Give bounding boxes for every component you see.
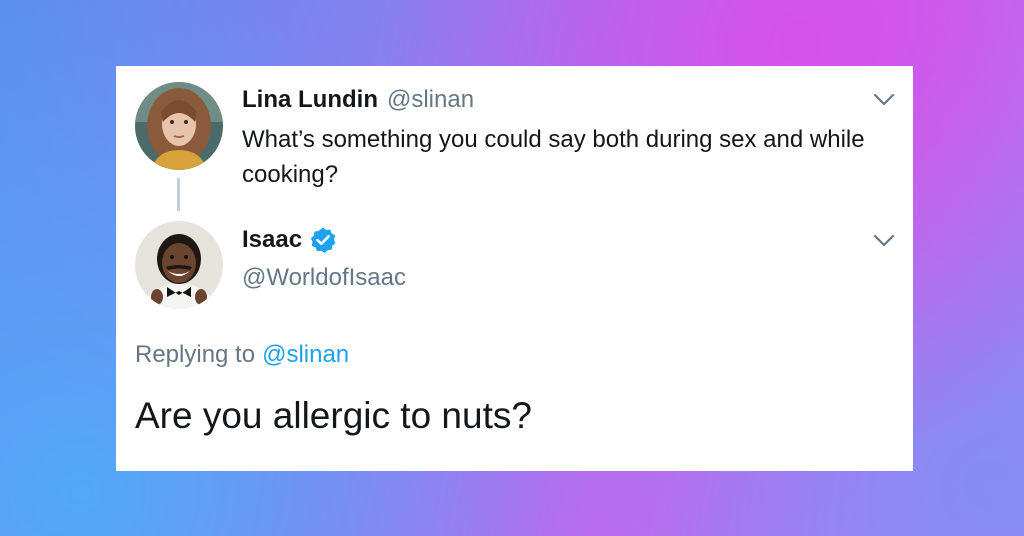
- verified-badge-icon: [310, 227, 336, 253]
- tweet-card: Lina Lundin @slinan What’s something you…: [116, 66, 913, 471]
- avatar-lina-lundin[interactable]: [135, 82, 223, 170]
- chevron-down-icon[interactable]: [873, 93, 895, 107]
- original-tweet-header: Lina Lundin @slinan: [242, 86, 474, 114]
- reply-tweet-header: Isaac: [242, 226, 337, 254]
- replying-to-mention-link[interactable]: @slinan: [262, 341, 349, 368]
- reply-author-handle[interactable]: @WorldofIsaac: [242, 264, 406, 292]
- original-tweet-text: What’s something you could say both duri…: [242, 126, 865, 188]
- thread-connector-line: [177, 178, 180, 211]
- replying-to-line: Replying to @slinan: [135, 341, 349, 369]
- original-author-name[interactable]: Lina Lundin: [242, 86, 378, 114]
- avatar-isaac[interactable]: [135, 221, 223, 309]
- reply-author-name[interactable]: Isaac: [242, 226, 302, 254]
- chevron-down-icon[interactable]: [873, 234, 895, 248]
- original-author-handle[interactable]: @slinan: [387, 86, 474, 114]
- replying-to-label: Replying to: [135, 341, 256, 368]
- reply-tweet-text: Are you allergic to nuts?: [135, 395, 532, 436]
